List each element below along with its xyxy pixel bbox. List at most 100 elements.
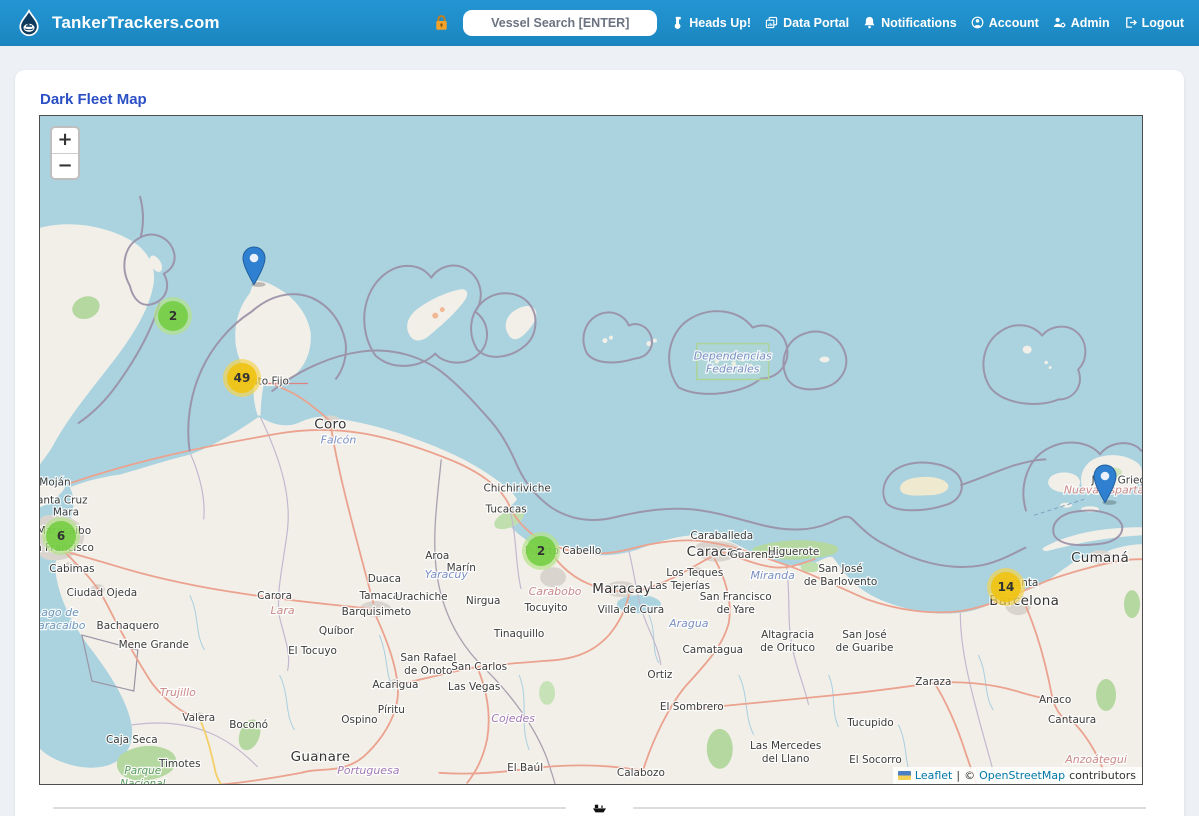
cluster-count: 14 <box>998 580 1015 594</box>
map-label: Tinaquillo <box>493 628 544 640</box>
map-label: Yaracuy <box>425 568 469 581</box>
map-label: Villa de Cura <box>598 604 664 616</box>
vessel-search-input[interactable] <box>463 10 657 36</box>
map-label: El Baúl <box>507 762 543 774</box>
map-label: Portuguesa <box>337 764 399 777</box>
brand-title: TankerTrackers.com <box>52 13 220 33</box>
map-label: Miranda <box>750 569 794 582</box>
map-label: Tamaca <box>358 590 399 602</box>
ukraine-flag-icon <box>898 771 911 780</box>
secure-lock-icon <box>434 14 449 31</box>
map-label: Tucupido <box>846 717 893 729</box>
zoom-in-button[interactable]: + <box>52 128 78 153</box>
leaflet-map[interactable]: CoroCaracasMaracayBarcelonaCumanáGuanare… <box>39 115 1143 785</box>
map-label: Quíbor <box>319 625 355 637</box>
map-label: Tocuyito <box>524 602 568 614</box>
map-label: Los Teques <box>666 567 723 579</box>
map-label: Caja Seca <box>106 734 158 746</box>
map-label: San Rafael <box>400 652 456 664</box>
map-attribution: Leaflet | © OpenStreetMap contributors <box>893 767 1142 784</box>
map-label: Nirgua <box>466 595 501 607</box>
map-label: El Sombrero <box>660 701 724 713</box>
map-label: Urachiche <box>395 591 448 603</box>
map-label: Lago de <box>40 606 79 619</box>
logout-icon <box>1124 16 1137 29</box>
map-label: Maracaibo <box>40 619 86 632</box>
map-label: Moján <box>40 476 71 488</box>
basemap-svg: CoroCaracasMaracayBarcelonaCumanáGuanare… <box>40 116 1142 785</box>
map-label: Guanare <box>291 749 351 765</box>
vessel-cluster-marker[interactable]: 2 <box>522 532 560 570</box>
account-icon <box>971 16 984 29</box>
leaflet-link[interactable]: Leaflet <box>915 769 952 782</box>
openstreetmap-link[interactable]: OpenStreetMap <box>979 769 1065 782</box>
divider-line-right <box>633 807 1146 809</box>
nav-item-admin[interactable]: Admin <box>1053 16 1110 30</box>
map-label: Carora <box>257 590 292 602</box>
map-label: de Yare <box>717 604 755 616</box>
map-label: Nacional <box>120 778 165 785</box>
zoom-out-button[interactable]: − <box>52 153 78 178</box>
page-body: Dark Fleet Map <box>0 46 1199 816</box>
cluster-count: 49 <box>234 371 251 385</box>
cluster-count: 2 <box>169 309 177 323</box>
map-label: Anaco <box>1039 694 1071 706</box>
map-label: Dependencias <box>694 350 772 363</box>
map-label: Ciudad Ojeda <box>67 587 138 599</box>
nav-item-heads-up[interactable]: Heads Up! <box>671 16 751 30</box>
map-label: Cabimas <box>49 563 94 575</box>
map-label: San Carlos <box>451 661 507 673</box>
brand[interactable]: TankerTrackers.com <box>15 9 220 37</box>
nav-item-logout[interactable]: Logout <box>1124 16 1184 30</box>
map-label: El Socorro <box>849 754 902 766</box>
map-label: Timotes <box>158 758 201 770</box>
cluster-count: 6 <box>57 529 65 543</box>
bell-icon <box>863 16 876 29</box>
map-label: Lara <box>271 604 295 617</box>
vessel-cluster-marker[interactable]: 49 <box>223 359 261 397</box>
map-label: Calabozo <box>617 767 665 779</box>
map-label: Coro <box>314 416 346 432</box>
nav-item-account[interactable]: Account <box>971 16 1039 30</box>
nav-item-data-portal[interactable]: Data Portal <box>765 16 849 30</box>
map-label: del Llano <box>762 753 810 765</box>
map-label: Acarigua <box>372 679 418 691</box>
map-label: Cantaura <box>1048 714 1096 726</box>
map-label: Píritu <box>378 704 405 716</box>
copyright-symbol: © <box>964 769 975 782</box>
map-label: Santa Cruz <box>40 494 88 506</box>
map-label: Caraballeda <box>690 530 753 542</box>
vessel-pin-marker[interactable] <box>1093 464 1118 505</box>
map-label: Aragua <box>668 617 708 630</box>
map-label: Parque <box>124 765 161 777</box>
map-label: Las Vegas <box>448 681 500 693</box>
vessel-cluster-marker[interactable]: 14 <box>987 568 1025 606</box>
vessel-cluster-marker[interactable]: 6 <box>42 517 80 555</box>
vessel-cluster-marker[interactable]: 2 <box>154 297 192 335</box>
map-label: Mene Grande <box>119 639 189 651</box>
ship-icon <box>592 801 607 814</box>
cluster-count: 2 <box>537 544 545 558</box>
map-label: Ospino <box>341 714 377 726</box>
map-label: El Tocuyo <box>288 645 337 657</box>
zoom-control: + − <box>50 126 80 180</box>
nav-item-notifications[interactable]: Notifications <box>863 16 957 30</box>
map-label: Falcón <box>321 433 357 446</box>
map-label: Zaraza <box>915 676 951 688</box>
map-label: San Francisco <box>700 591 772 603</box>
map-label: de Barlovento <box>804 576 877 588</box>
map-label: Chichiriviche <box>483 482 550 494</box>
map-label: Bachaquero <box>97 620 160 632</box>
page-title: Dark Fleet Map <box>40 91 1160 108</box>
map-label: Altagracia <box>761 629 814 641</box>
map-label: San José <box>818 563 862 575</box>
vessel-pin-marker[interactable] <box>242 246 267 287</box>
map-label: de Orituco <box>760 642 815 654</box>
map-label: de Guaribe <box>836 642 894 654</box>
panel-divider[interactable] <box>53 801 1146 814</box>
map-label: Anzoátegui <box>1064 753 1127 766</box>
tanker-drop-logo-icon <box>15 9 43 37</box>
map-label: Aroa <box>425 550 449 562</box>
periscope-icon <box>671 16 684 29</box>
map-label: Trujillo <box>160 686 196 699</box>
